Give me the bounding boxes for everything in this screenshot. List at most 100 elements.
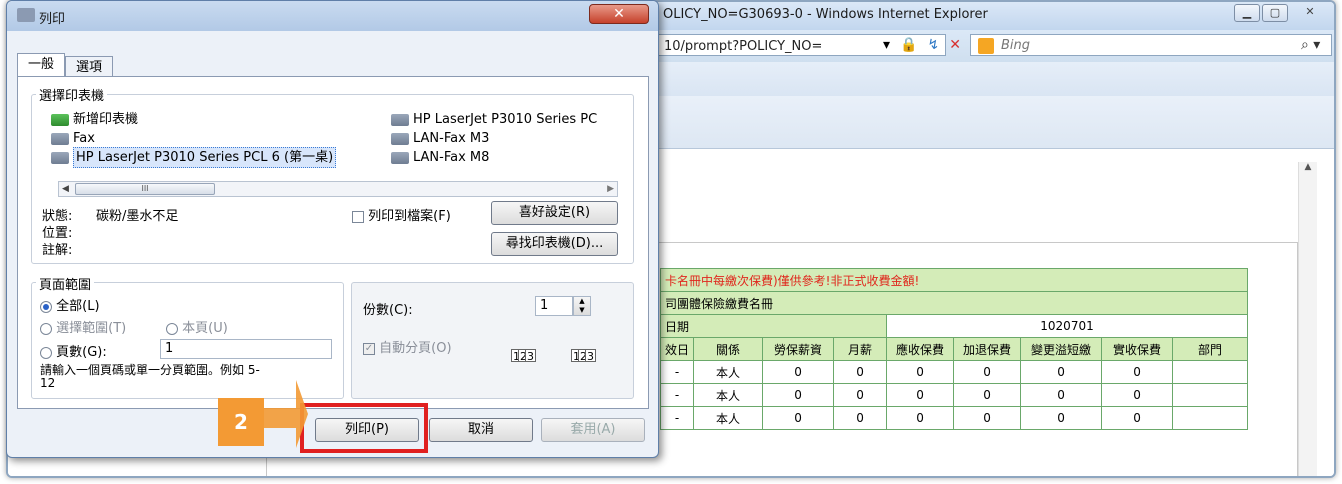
maximize-icon[interactable]: ▢ [1262,4,1288,22]
dialog-title: 列印 [39,12,66,27]
range-selection-option: 選擇範圍(T) [40,317,126,336]
printer-list-col1: 新增印表機 Fax HP LaserJet P3010 Series PCL 6… [51,110,337,168]
pages-input[interactable]: 1 [160,339,332,359]
close-button[interactable]: ✕ [589,4,649,24]
report-warning: 卡名冊中每繳次保費)僅供參考!非正式收費金額! [659,268,1249,292]
table-cell: 0 [886,406,955,430]
range-all-radio[interactable] [40,300,52,313]
printer-icon [391,113,409,126]
table-cell: 0 [1020,406,1103,430]
table-cell: 0 [1020,383,1103,407]
vertical-scrollbar[interactable]: ▲ [1298,162,1317,476]
table-cell: 0 [953,406,1022,430]
column-header: 加退保費 [953,337,1022,361]
table-row: - 本人 0 0 0 0 0 0 [659,406,1249,430]
range-pages-option[interactable]: 頁數(G): [40,341,107,360]
printer-icon [51,151,69,164]
copies-input[interactable]: 1 [535,296,573,316]
printer-label: HP LaserJet P3010 Series PC [413,112,598,127]
range-all-label: 全部(L) [56,299,100,314]
printer-label: Fax [73,131,95,146]
copies-stepper[interactable]: ▲ ▼ [573,296,591,316]
table-cell: 本人 [693,360,764,384]
column-header: 勞保薪資 [762,337,835,361]
find-printer-button[interactable]: 尋找印表機(D)... [491,232,618,256]
stop-icon[interactable]: ✕ [949,37,961,53]
table-cell: 0 [953,383,1022,407]
scroll-thumb[interactable]: III [75,183,215,195]
table-cell: 0 [762,360,835,384]
table-cell: - [659,383,695,407]
search-icon[interactable]: ⌕ ▾ [1301,37,1320,53]
range-selection-radio [40,322,52,335]
table-cell: 0 [1101,406,1174,430]
window-controls: ▁ ▢ ✕ [1234,4,1330,22]
printer-label: LAN-Fax M3 [413,131,490,146]
table-cell [1172,383,1249,407]
ie-window-title: OLICY_NO=G30693-0 - Windows Internet Exp… [663,7,988,22]
address-url: 10/prompt?POLICY_NO= [664,39,823,54]
range-current-option: 本頁(U) [166,317,228,336]
print-dialog: 列印 ✕ 一般 選項 選擇印表機 新增印表機 Fax HP LaserJet P… [6,0,659,458]
table-cell: 0 [1020,360,1103,384]
search-placeholder: Bing [1001,38,1031,53]
collate-label: 自動分頁(O) [379,341,452,356]
print-to-file-label: 列印到檔案(F) [368,209,451,224]
tab-options[interactable]: 選項 [65,56,114,78]
bing-icon [978,38,994,54]
table-cell: 本人 [693,383,764,407]
print-to-file-checkbox[interactable] [352,210,364,223]
status-value: 碳粉/墨水不足 [96,209,179,224]
table-cell: 0 [1101,383,1174,407]
select-printer-legend: 選擇印表機 [36,85,108,104]
printer-icon [17,8,35,22]
scroll-right-icon[interactable]: ▶ [607,182,614,196]
table-cell: 0 [833,383,888,407]
range-hint: 請輸入一個頁碼或單一分頁範圍。例如 5-12 [40,363,260,390]
print-button-highlight [300,403,428,453]
range-pages-radio[interactable] [40,346,52,359]
table-header: 效日 關係 勞保薪資 月薪 應收保費 加退保費 變更溢短繳 實收保費 部門 [659,337,1249,361]
range-current-radio [166,322,178,335]
table-cell: 0 [953,360,1022,384]
table-cell: 0 [1101,360,1174,384]
lock-icon[interactable]: 🔒 [900,37,917,53]
printer-list-scrollbar[interactable]: ◀ III ▶ [58,181,618,197]
address-actions: ▾ 🔒 ↯ ✕ [883,37,961,53]
printer-label: 新增印表機 [73,112,139,127]
refresh-icon[interactable]: ↯ [927,37,939,53]
table-cell [1172,406,1249,430]
copies-label: 份數(C): [363,303,413,318]
date-value: 1020701 [886,314,1249,338]
printer-list-col2: HP LaserJet P3010 Series PC LAN-Fax M3 L… [391,110,597,167]
close-icon[interactable]: ✕ [1290,4,1330,22]
table-cell: 0 [886,360,955,384]
list-item[interactable]: HP LaserJet P3010 Series PC [391,110,597,129]
table-row: - 本人 0 0 0 0 0 0 [659,383,1249,407]
print-to-file-option[interactable]: 列印到檔案(F) [352,205,451,224]
preferences-button[interactable]: 喜好設定(R) [491,201,618,225]
range-all-option[interactable]: 全部(L) [40,295,100,314]
table-cell: 0 [886,383,955,407]
tab-general[interactable]: 一般 [17,53,66,77]
table-row: - 本人 0 0 0 0 0 0 [659,360,1249,384]
scroll-left-icon[interactable]: ◀ [62,182,69,196]
list-item[interactable]: Fax [51,129,336,148]
cancel-button[interactable]: 取消 [429,418,533,442]
table-cell: 0 [833,360,888,384]
minimize-icon[interactable]: ▁ [1234,4,1260,22]
comment-label: 註解: [42,243,73,258]
table-cell [1172,360,1249,384]
report-title: 司團體保險繳費名冊 [659,291,1249,315]
table-cell: 0 [833,406,888,430]
apply-button: 套用(A) [541,418,645,442]
list-item[interactable]: 新增印表機 [51,110,336,129]
table-cell: 本人 [693,406,764,430]
list-item[interactable]: LAN-Fax M3 [391,129,597,148]
dropdown-icon[interactable]: ▾ [883,37,890,53]
collate-icon: 123 [511,349,536,363]
step-badge: 2 [218,398,264,446]
list-item[interactable]: LAN-Fax M8 [391,148,597,167]
printer-icon [51,132,69,145]
list-item[interactable]: HP LaserJet P3010 Series PCL 6 (第一桌) [51,147,337,168]
